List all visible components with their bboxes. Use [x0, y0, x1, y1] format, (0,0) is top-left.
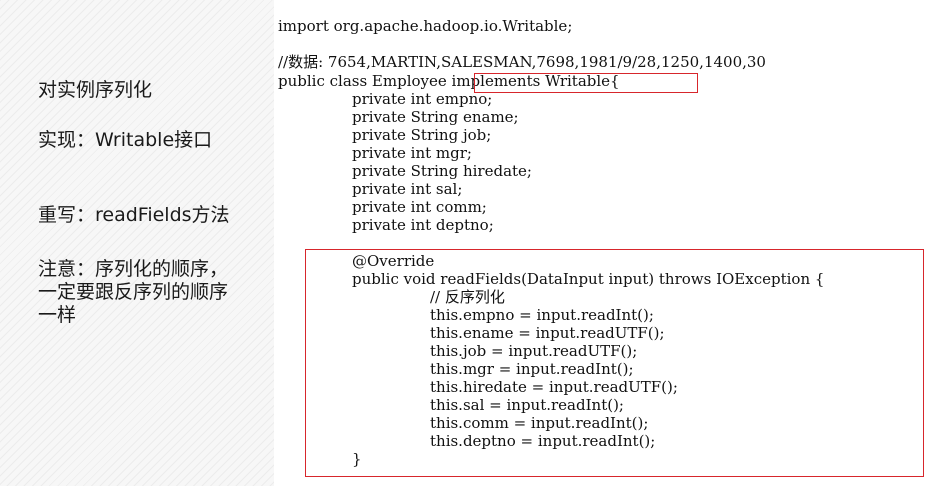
- field-line: private String job;: [352, 126, 492, 144]
- field-line: private int sal;: [352, 180, 463, 198]
- note-implement-writable: 实现：Writable接口: [38, 129, 213, 151]
- implements-highlight-box: [474, 73, 698, 93]
- field-line: private int comm;: [352, 198, 487, 216]
- note-serialize: 对实例序列化: [38, 79, 153, 101]
- field-line: private int empno;: [352, 90, 493, 108]
- note-order-caution: 注意：序列化的顺序， 一定要跟反序列的顺序 一样: [38, 258, 229, 326]
- readfields-highlight-box: [305, 249, 924, 477]
- field-line: private int mgr;: [352, 144, 472, 162]
- field-line: private String ename;: [352, 108, 519, 126]
- field-line: private String hiredate;: [352, 162, 532, 180]
- note-override-readfields: 重写：readFields方法: [38, 204, 230, 226]
- field-line: private int deptno;: [352, 216, 494, 234]
- code-data-comment: //数据: 7654,MARTIN,SALESMAN,7698,1981/9/2…: [278, 53, 766, 71]
- code-import-line: import org.apache.hadoop.io.Writable;: [278, 17, 573, 35]
- class-decl-start: public class Employee: [278, 72, 447, 90]
